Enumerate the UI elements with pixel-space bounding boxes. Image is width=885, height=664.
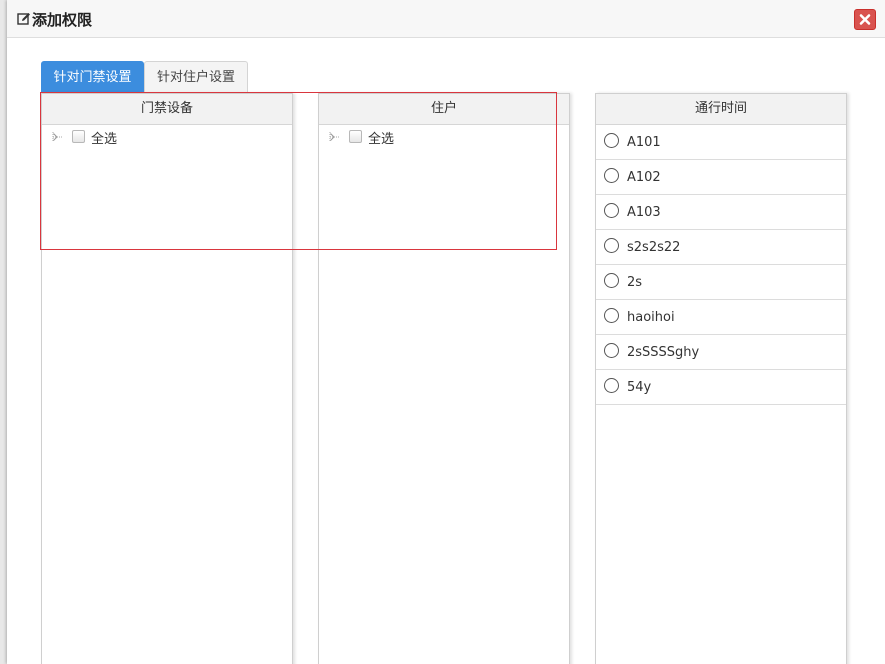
resident-select-all-label[interactable]: 全选 (368, 128, 394, 147)
time-label: haoihoi (627, 310, 675, 325)
list-item[interactable]: 2s (596, 265, 846, 300)
time-label: s2s2s22 (627, 240, 681, 255)
device-tree-root: 全选 (42, 125, 292, 149)
list-item[interactable]: A101 (596, 125, 846, 160)
close-button[interactable] (854, 9, 876, 30)
time-label: 2s (627, 275, 643, 290)
time-label: A101 (627, 135, 661, 150)
dialog-header: 添加权限 (7, 0, 885, 38)
list-item[interactable]: A103 (596, 195, 846, 230)
list-item[interactable]: 54y (596, 370, 846, 405)
device-select-all-label[interactable]: 全选 (91, 128, 117, 147)
resident-select-all-checkbox[interactable] (349, 130, 362, 143)
device-select-all-checkbox[interactable] (72, 130, 85, 143)
list-item[interactable]: s2s2s22 (596, 230, 846, 265)
radio-button[interactable] (604, 203, 619, 218)
tree-expand-icon[interactable] (329, 131, 341, 143)
device-panel-header: 门禁设备 (42, 94, 292, 125)
add-permission-dialog: 添加权限 针对门禁设置 针对住户设置 门禁设备 全选 住户 全选 通行时间 A1… (7, 0, 885, 664)
resident-panel: 住户 全选 (318, 93, 570, 664)
time-label: 54y (627, 380, 652, 395)
radio-button[interactable] (604, 133, 619, 148)
time-label: A103 (627, 205, 661, 220)
resident-panel-header: 住户 (319, 94, 569, 125)
resident-tree-root: 全选 (319, 125, 569, 149)
time-panel: 通行时间 A101 A102 A103 s2s2s22 2s haoihoi 2… (595, 93, 847, 664)
time-label: 2sSSSSghy (627, 345, 700, 360)
radio-button[interactable] (604, 273, 619, 288)
radio-button[interactable] (604, 343, 619, 358)
radio-button[interactable] (604, 378, 619, 393)
radio-button[interactable] (604, 168, 619, 183)
time-list: A101 A102 A103 s2s2s22 2s haoihoi 2sSSSS… (596, 125, 846, 405)
device-panel: 门禁设备 全选 (41, 93, 293, 664)
radio-button[interactable] (604, 238, 619, 253)
time-label: A102 (627, 170, 661, 185)
close-icon (859, 14, 871, 25)
tab-device-settings[interactable]: 针对门禁设置 (41, 61, 144, 93)
tree-expand-icon[interactable] (52, 131, 64, 143)
time-panel-header: 通行时间 (596, 94, 846, 125)
dialog-title: 添加权限 (32, 11, 93, 29)
list-item[interactable]: haoihoi (596, 300, 846, 335)
list-item[interactable]: A102 (596, 160, 846, 195)
list-item[interactable]: 2sSSSSghy (596, 335, 846, 370)
edit-icon (17, 13, 30, 25)
tab-resident-settings[interactable]: 针对住户设置 (144, 61, 248, 93)
radio-button[interactable] (604, 308, 619, 323)
